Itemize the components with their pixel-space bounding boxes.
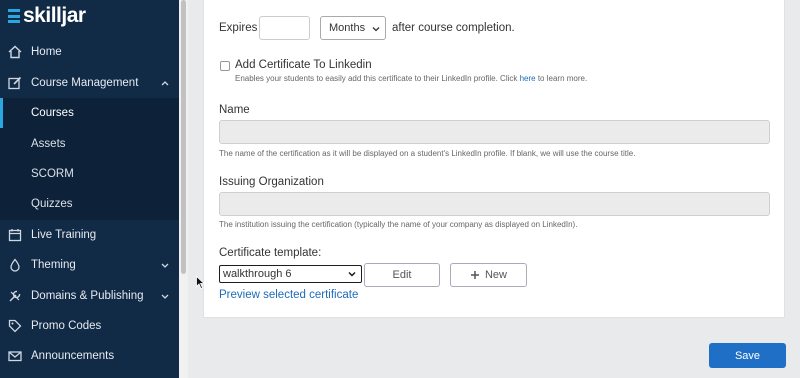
droplet-icon [7, 257, 23, 273]
certificate-template-select[interactable]: walkthrough 6 [219, 265, 362, 283]
skilljar-logo[interactable]: skilljar [8, 4, 86, 28]
sidebar-item-label: Announcements [31, 350, 115, 362]
envelope-icon [7, 348, 23, 364]
sidebar-item-domains-publishing[interactable]: Domains & Publishing [0, 281, 179, 311]
tag-icon [7, 318, 23, 334]
calendar-icon [7, 227, 23, 243]
linkedin-help-link[interactable]: here [520, 74, 536, 83]
certificate-template-label: Certificate template: [219, 247, 322, 259]
logo-text: skilljar [23, 4, 86, 27]
sidebar-subitem-courses[interactable]: Courses [0, 98, 179, 128]
linkedin-help-prefix: Enables your students to easily add this… [235, 74, 520, 83]
sidebar-item-label: Live Training [31, 229, 97, 241]
expires-label: Expires [219, 22, 258, 34]
certificate-settings-card: Expires Months after course completion. … [203, 0, 785, 318]
expires-suffix: after course completion. [392, 22, 515, 34]
sidebar-subitem-scorm[interactable]: SCORM [0, 159, 179, 189]
issuing-org-label: Issuing Organization [219, 176, 324, 188]
linkedin-checkbox[interactable] [220, 61, 230, 71]
sidebar-item-label: Home [31, 46, 62, 58]
sidebar-item-label: Theming [31, 259, 76, 271]
sidebar-subitem-quizzes[interactable]: Quizzes [0, 189, 179, 219]
certificate-template-value: walkthrough 6 [223, 268, 292, 280]
save-button[interactable]: Save [709, 343, 786, 368]
select-arrow-icon [348, 272, 356, 277]
expires-unit-select[interactable]: Months [320, 16, 386, 40]
chevron-up-icon[interactable] [159, 77, 171, 89]
name-label: Name [219, 104, 250, 116]
tools-icon [7, 288, 23, 304]
sidebar-item-course-management[interactable]: Course Management [0, 68, 179, 98]
name-help-text: The name of the certification as it will… [219, 149, 636, 158]
expires-input[interactable] [259, 16, 310, 40]
select-arrow-icon [372, 27, 380, 32]
edit-template-button[interactable]: Edit [364, 263, 440, 287]
preview-certificate-link[interactable]: Preview selected certificate [219, 289, 358, 301]
linkedin-help-text: Enables your students to easily add this… [235, 74, 587, 83]
sidebar-item-label: Domains & Publishing [31, 290, 144, 302]
new-template-button-label: New [484, 269, 507, 281]
linkedin-checkbox-label: Add Certificate To Linkedin [235, 59, 372, 71]
sidebar-item-announcements[interactable]: Announcements [0, 341, 179, 371]
sidebar-item-home[interactable]: Home [0, 37, 179, 67]
mouse-cursor-icon [196, 276, 205, 289]
sidebar: skilljar Home Course Management Courses … [0, 0, 179, 378]
sidebar-subitem-assets[interactable]: Assets [0, 129, 179, 159]
plus-icon [470, 271, 479, 279]
sidebar-item-theming[interactable]: Theming [0, 250, 179, 280]
sidebar-item-promo-codes[interactable]: Promo Codes [0, 311, 179, 341]
sidebar-item-live-training[interactable]: Live Training [0, 220, 179, 250]
name-input[interactable] [219, 120, 770, 144]
chevron-down-icon[interactable] [159, 259, 171, 271]
sidebar-item-label: Course Management [31, 77, 139, 89]
issuing-org-input[interactable] [219, 192, 770, 216]
issuing-org-help-text: The institution issuing the certificatio… [219, 220, 578, 229]
logo-mark-icon [8, 9, 20, 23]
linkedin-help-suffix: to learn more. [535, 74, 588, 83]
sidebar-scrollbar-thumb[interactable] [181, 0, 186, 274]
chevron-down-icon[interactable] [159, 290, 171, 302]
edit-icon [7, 75, 23, 91]
home-icon [7, 44, 23, 60]
expires-unit-value: Months [329, 22, 366, 34]
new-template-button[interactable]: New [450, 263, 527, 287]
sidebar-item-label: Promo Codes [31, 320, 102, 332]
